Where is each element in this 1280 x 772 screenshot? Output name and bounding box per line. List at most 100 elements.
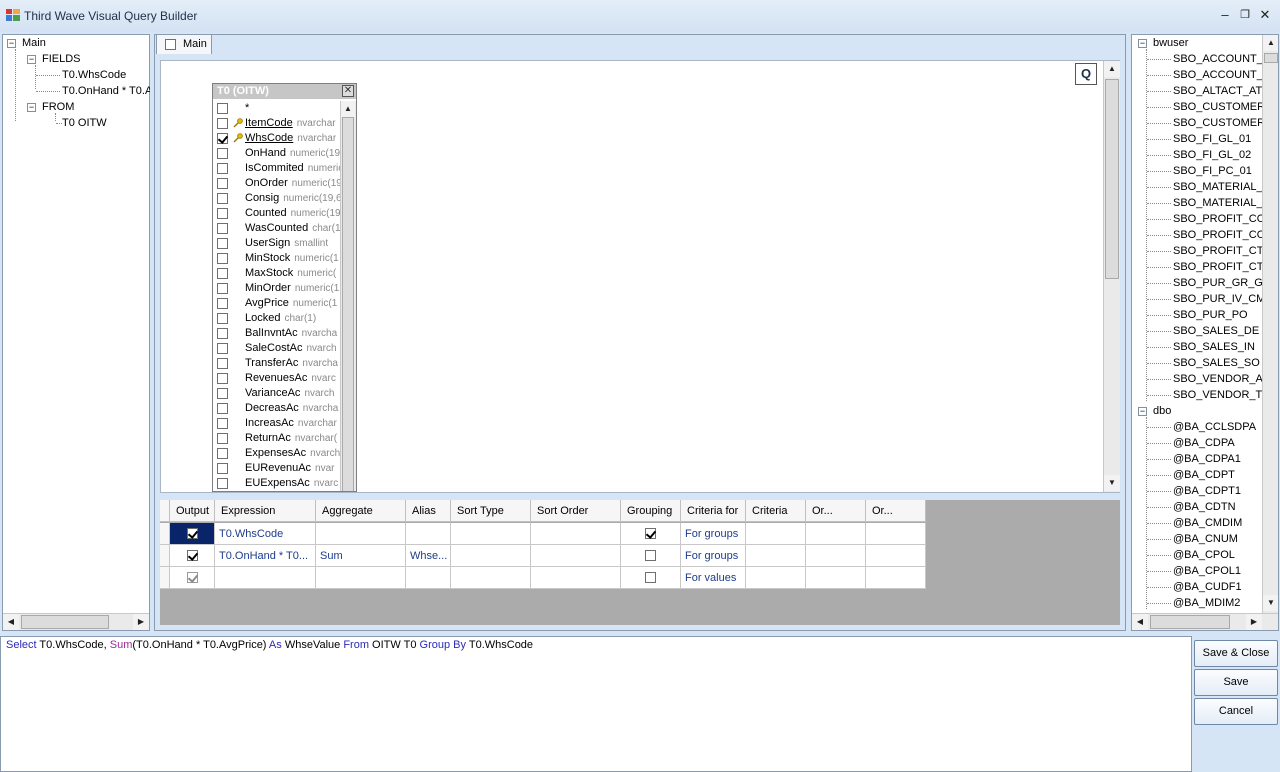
column-checkbox[interactable]	[217, 208, 228, 219]
column-checkbox[interactable]	[217, 298, 228, 309]
grid-cell-output[interactable]	[170, 567, 215, 589]
column-checkbox[interactable]	[217, 343, 228, 354]
tree-table-item[interactable]: SBO_VENDOR_TE	[1173, 387, 1263, 403]
collapse-icon[interactable]: −	[27, 55, 36, 64]
column-checkbox[interactable]	[217, 283, 228, 294]
column-checkbox[interactable]	[217, 238, 228, 249]
table-column-row[interactable]: EUExpensAc nvarc	[213, 476, 341, 491]
tree-table-item[interactable]: SBO_PROFIT_CTF	[1173, 259, 1263, 275]
grid-header-or-2[interactable]: Or...	[866, 500, 926, 522]
tree-table-item[interactable]: SBO_ALTACT_AT	[1173, 83, 1263, 99]
row-header[interactable]	[160, 523, 170, 545]
column-checkbox[interactable]	[217, 223, 228, 234]
grid-cell-criteria-for[interactable]: For groups	[681, 523, 746, 545]
table-column-row[interactable]: IncreasAc nvarchar	[213, 416, 341, 431]
scroll-right-icon[interactable]: ▶	[1246, 614, 1262, 630]
grid-cell[interactable]	[746, 545, 806, 567]
column-checkbox[interactable]	[217, 148, 228, 159]
tree-table-item[interactable]: @BA_CDPA1	[1173, 451, 1263, 467]
table-column-row[interactable]: VarianceAc nvarch	[213, 386, 341, 401]
tree-table-item[interactable]: @BA_CDTN	[1173, 499, 1263, 515]
tree-table-item[interactable]: SBO_SALES_DE	[1173, 323, 1263, 339]
scroll-down-icon[interactable]: ▼	[1263, 595, 1278, 611]
table-column-row[interactable]: MinOrder numeric(1	[213, 281, 341, 296]
grid-cell-alias[interactable]: Whse...	[406, 545, 451, 567]
table-window-title[interactable]: T0 (OITW)	[213, 84, 356, 99]
cancel-button[interactable]: Cancel	[1194, 698, 1278, 725]
table-column-row[interactable]: *	[213, 101, 341, 116]
grid-cell[interactable]	[806, 567, 866, 589]
collapse-icon[interactable]: −	[1138, 407, 1147, 416]
column-checkbox[interactable]	[217, 313, 228, 324]
tree-table-item[interactable]: SBO_FI_GL_02	[1173, 147, 1263, 163]
scroll-thumb[interactable]	[21, 615, 109, 629]
output-checkbox[interactable]	[186, 572, 198, 583]
scroll-up-icon[interactable]: ▲	[1104, 61, 1120, 77]
scroll-thumb[interactable]	[342, 117, 354, 491]
tree-table-item[interactable]: @BA_CDPT	[1173, 467, 1263, 483]
tree-node-fields[interactable]: FIELDS	[42, 51, 81, 67]
table-column-row[interactable]: ReturnAc nvarchar(	[213, 431, 341, 446]
tree-table-item[interactable]: SBO_FI_PC_01	[1173, 163, 1263, 179]
tree-table-item[interactable]: SBO_CUSTOMER	[1173, 99, 1263, 115]
output-checkbox[interactable]	[186, 550, 198, 561]
tree-table-item[interactable]: SBO_PUR_PO	[1173, 307, 1263, 323]
grid-cell[interactable]	[746, 523, 806, 545]
table-column-row[interactable]: MinStock numeric(1	[213, 251, 341, 266]
tree-table-item[interactable]: @BA_CUDF1	[1173, 579, 1263, 595]
tab-checkbox[interactable]	[165, 39, 176, 50]
tree-table-item[interactable]: SBO_SALES_SO	[1173, 355, 1263, 371]
table-column-row[interactable]: MaxStock numeric(	[213, 266, 341, 281]
grid-header-or-1[interactable]: Or...	[806, 500, 866, 522]
collapse-icon[interactable]: −	[1138, 39, 1147, 48]
grouping-checkbox[interactable]	[645, 528, 656, 539]
grid-cell-grouping[interactable]	[621, 545, 681, 567]
q-button[interactable]: Q	[1075, 63, 1097, 85]
table-column-row[interactable]: RevenuesAc nvarc	[213, 371, 341, 386]
tree-table-item[interactable]: SBO_ACCOUNT_A	[1173, 51, 1263, 67]
grid-cell[interactable]	[531, 523, 621, 545]
minimize-button[interactable]: –	[1216, 6, 1234, 24]
scroll-thumb[interactable]	[1105, 79, 1119, 279]
table-column-row[interactable]: DecreasAc nvarcha	[213, 401, 341, 416]
tree-table-item[interactable]: SBO_PROFIT_COI	[1173, 227, 1263, 243]
tree-table-item[interactable]: SBO_ACCOUNT_T	[1173, 67, 1263, 83]
table-window-oitw[interactable]: T0 (OITW) ✕ * ItemCode nvarchar WhsCode nvar…	[212, 83, 357, 492]
maximize-button[interactable]: ❐	[1236, 6, 1254, 24]
grid-cell[interactable]	[451, 545, 531, 567]
table-column-row[interactable]: OnOrder numeric(19	[213, 176, 341, 191]
scroll-left-icon[interactable]: ◀	[3, 614, 19, 630]
scroll-left-icon[interactable]: ◀	[1132, 614, 1148, 630]
column-checkbox[interactable]	[217, 193, 228, 204]
column-checkbox[interactable]	[217, 373, 228, 384]
tree-field-item[interactable]: T0.WhsCode	[62, 67, 126, 83]
tree-schema-node[interactable]: dbo	[1153, 403, 1171, 419]
grid-cell-output[interactable]	[170, 523, 215, 545]
collapse-icon[interactable]: −	[7, 39, 16, 48]
scroll-thumb[interactable]	[1264, 53, 1278, 63]
row-header[interactable]	[160, 567, 170, 589]
column-checkbox[interactable]	[217, 358, 228, 369]
table-column-row[interactable]: ItemCode nvarchar	[213, 116, 341, 131]
tree-field-item[interactable]: T0.OnHand * T0.A	[62, 83, 150, 99]
column-checkbox[interactable]	[217, 403, 228, 414]
table-column-row[interactable]: EURevenuAc nvar	[213, 461, 341, 476]
grid-cell[interactable]	[531, 567, 621, 589]
table-column-row[interactable]: SaleCostAc nvarch	[213, 341, 341, 356]
grid-header-expression[interactable]: Expression	[215, 500, 316, 522]
tree-table-item[interactable]: @BA_CPOL1	[1173, 563, 1263, 579]
collapse-icon[interactable]: −	[27, 103, 36, 112]
output-checkbox[interactable]	[186, 528, 198, 539]
tree-table-item[interactable]: SBO_CUSTOMER_	[1173, 115, 1263, 131]
column-checkbox[interactable]	[217, 118, 228, 129]
table-column-row[interactable]: Counted numeric(19	[213, 206, 341, 221]
table-column-row[interactable]: Locked char(1)	[213, 311, 341, 326]
table-column-row[interactable]: TransferAc nvarcha	[213, 356, 341, 371]
tree-table-item[interactable]: SBO_PROFIT_COI	[1173, 211, 1263, 227]
tree-table-item[interactable]: SBO_MATERIAL_T	[1173, 195, 1263, 211]
table-column-row[interactable]: WhsCode nvarchar	[213, 131, 341, 146]
grid-cell[interactable]	[451, 523, 531, 545]
grid-cell[interactable]	[806, 545, 866, 567]
column-checkbox[interactable]	[217, 253, 228, 264]
column-checkbox[interactable]	[217, 268, 228, 279]
